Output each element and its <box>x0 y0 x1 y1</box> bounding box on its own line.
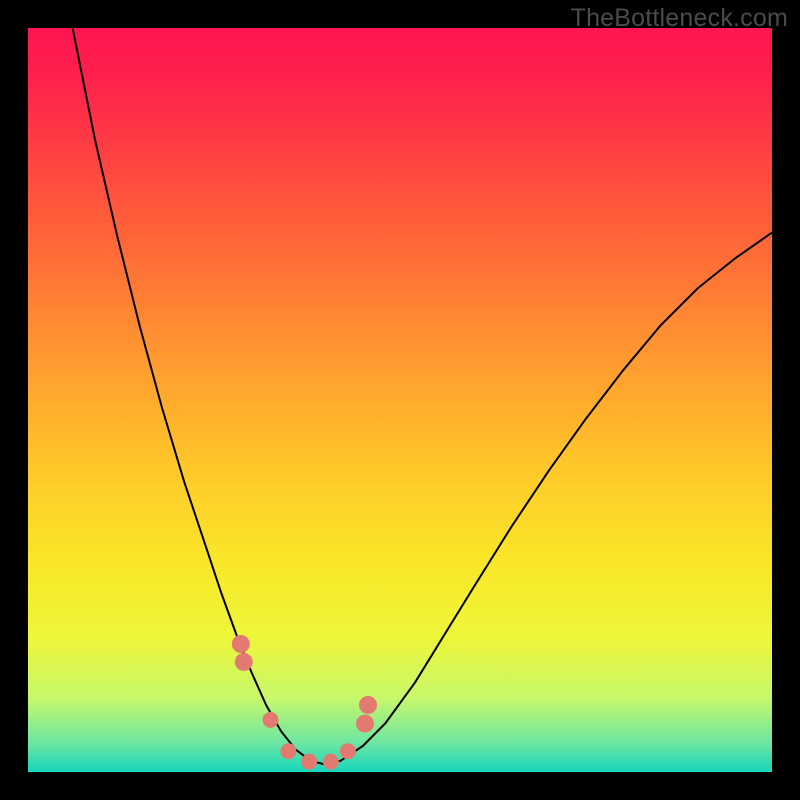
marker-group <box>232 635 377 770</box>
curve-marker <box>340 743 356 759</box>
curve-marker <box>356 715 374 733</box>
curve-marker <box>235 653 253 671</box>
curve-marker <box>280 743 296 759</box>
curve-marker <box>263 712 279 728</box>
plot-area <box>28 28 772 772</box>
curve-marker <box>232 635 250 653</box>
plot-svg <box>28 28 772 772</box>
watermark-text: TheBottleneck.com <box>571 4 788 33</box>
curve-marker <box>301 754 317 770</box>
curve-marker <box>359 696 377 714</box>
bottleneck-curve <box>73 28 772 765</box>
chart-frame: TheBottleneck.com <box>0 0 800 800</box>
curve-marker <box>323 754 339 770</box>
